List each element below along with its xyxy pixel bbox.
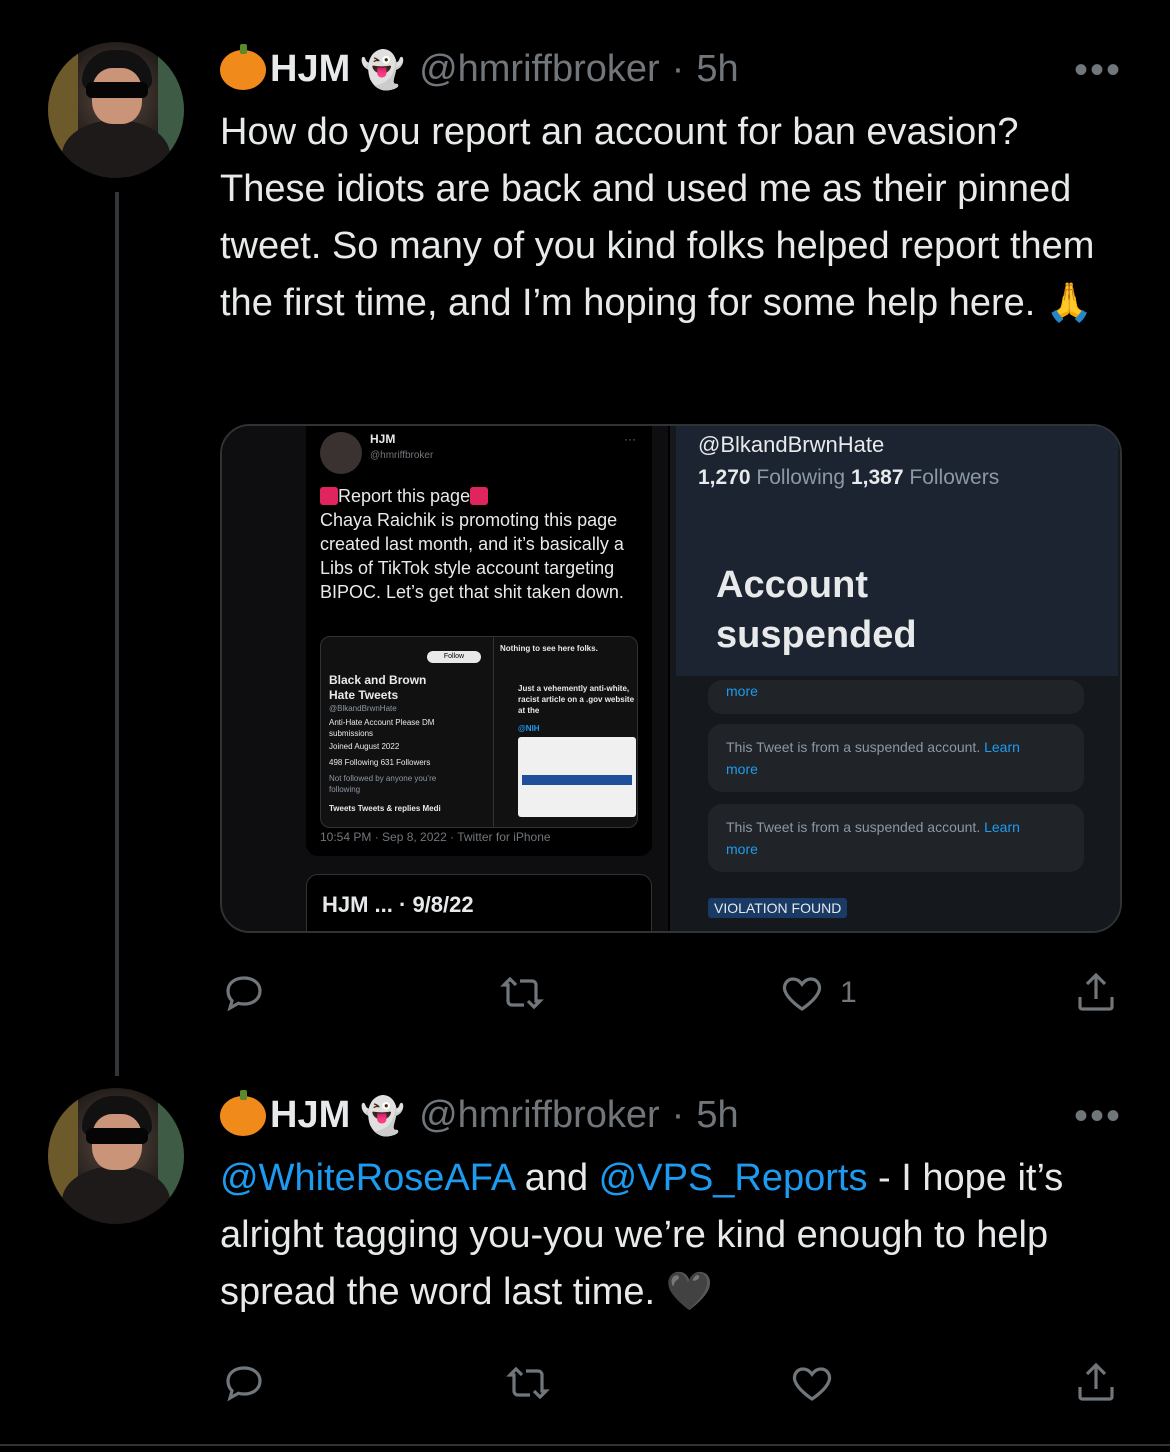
- profile-name: Black and Brown Hate Tweets: [329, 673, 427, 702]
- violation-badge: VIOLATION FOUND: [708, 898, 848, 918]
- tweet-column: Nothing to see here folks. Just a veheme…: [493, 637, 637, 827]
- report-title: Report this page: [338, 486, 471, 506]
- retweet-button[interactable]: [504, 1358, 552, 1408]
- profile-bio: Anti-Hate Account Please DM submissions: [329, 718, 435, 738]
- quoted-body: Chaya Raichik is promoting this page cre…: [320, 510, 624, 602]
- profile-handle: @BlkandBrwnHate: [329, 704, 397, 713]
- embedded-screenshot: Follow Black and Brown Hate Tweets @Blka…: [320, 636, 638, 828]
- mention-vps[interactable]: @VPS_Reports: [599, 1157, 868, 1199]
- more-icon[interactable]: •••: [1074, 1096, 1122, 1136]
- quoted-tweet-card: HJM @hmriffbroker ··· Report this page C…: [306, 426, 652, 856]
- share-icon: [1078, 972, 1114, 1011]
- handle[interactable]: @hmriffbroker: [419, 1094, 660, 1137]
- tweet-actions: 1: [220, 968, 1120, 1018]
- follow-stats: 498 Following 631 Followers: [329, 758, 431, 767]
- not-followed: Not followed by anyone you’re following: [329, 774, 437, 794]
- siren-icon: [320, 487, 338, 505]
- profile-tabs: Tweets Tweets & replies Medi: [329, 804, 441, 813]
- nih-link: @NIH: [518, 724, 540, 733]
- tweet-2[interactable]: HJM 👻 @hmriffbroker · 5h ••• @WhiteRoseA…: [0, 1076, 1170, 1452]
- siren-icon: [470, 487, 489, 505]
- timestamp[interactable]: 5h: [696, 1094, 738, 1137]
- avatar[interactable]: [48, 1088, 184, 1224]
- share-icon: [1078, 1362, 1114, 1401]
- suspended-handle: @BlkandBrwnHate: [698, 432, 885, 457]
- separator-dot: ·: [671, 1094, 685, 1136]
- thread-line: [115, 192, 119, 1076]
- reply-icon: [226, 1366, 262, 1402]
- joined-date: Joined August 2022: [329, 742, 400, 751]
- retweet-icon: [500, 976, 544, 1010]
- nothing-text: Nothing to see here folks.: [500, 644, 598, 653]
- quote-text: Just a vehemently anti-white, racist art…: [518, 684, 635, 715]
- tweet-header: HJM 👻 @hmriffbroker · 5h: [220, 1089, 739, 1137]
- ghost-icon: 👻: [360, 48, 406, 90]
- suspended-profile: @BlkandBrwnHate 1,270 Following 1,387 Fo…: [676, 426, 1118, 676]
- avatar: [320, 432, 362, 474]
- separator-dot: ·: [671, 48, 685, 90]
- reply-button[interactable]: [220, 1358, 268, 1408]
- tweet-text: @WhiteRoseAFA and @VPS_Reports - I hope …: [220, 1157, 1064, 1313]
- tweet-header: HJM 👻 @hmriffbroker · 5h: [220, 43, 739, 91]
- more-icon: ···: [624, 432, 636, 446]
- like-button[interactable]: [788, 1358, 836, 1408]
- like-icon: [782, 977, 822, 1011]
- ghost-icon: 👻: [360, 1094, 406, 1136]
- suspended-tweet-bubble: This Tweet is from a suspended account. …: [708, 804, 1084, 872]
- share-button[interactable]: [1072, 968, 1120, 1018]
- like-icon: [792, 1367, 832, 1401]
- display-name[interactable]: HJM: [270, 48, 350, 91]
- pumpkin-icon: [220, 1089, 266, 1136]
- like-button[interactable]: 1: [778, 968, 857, 1018]
- quoted-timestamp: 10:54 PM · Sep 8, 2022 · Twitter for iPh…: [320, 830, 551, 844]
- screenshot-right[interactable]: @BlkandBrwnHate 1,270 Following 1,387 Fo…: [670, 426, 1120, 931]
- more-icon[interactable]: •••: [1074, 50, 1122, 90]
- display-name: HJM: [370, 432, 396, 446]
- reply-button[interactable]: [220, 968, 282, 1018]
- timestamp[interactable]: 5h: [696, 48, 738, 91]
- tweet-1[interactable]: HJM 👻 @hmriffbroker · 5h ••• How do you …: [0, 0, 1170, 1076]
- retweet-button[interactable]: [498, 968, 560, 1018]
- screenshot-left[interactable]: HJM @hmriffbroker ··· Report this page C…: [222, 426, 668, 931]
- suspended-tweet-bubble: This Tweet is from a suspended account. …: [708, 724, 1084, 792]
- tweet-media[interactable]: HJM @hmriffbroker ··· Report this page C…: [220, 424, 1122, 933]
- follow-button: Follow: [427, 651, 481, 663]
- tweet-text: How do you report an account for ban eva…: [220, 111, 1095, 324]
- avatar[interactable]: [48, 42, 184, 178]
- retweet-icon: [506, 1366, 550, 1400]
- article-preview: [518, 737, 636, 817]
- quoted-tweet-text: Report this page Chaya Raichik is promot…: [320, 484, 640, 604]
- reply-icon: [226, 976, 262, 1012]
- next-tweet-header: HJM ... · 9/8/22: [322, 892, 474, 917]
- suspended-tweet-bubble: more: [708, 680, 1084, 714]
- mention-whiterose[interactable]: @WhiteRoseAFA: [220, 1157, 514, 1199]
- divider: [0, 1444, 1170, 1446]
- suspended-stats: 1,270 Following 1,387 Followers: [698, 466, 1000, 489]
- share-button[interactable]: [1072, 1358, 1120, 1408]
- display-name[interactable]: HJM: [270, 1094, 350, 1137]
- account-suspended-title: Account suspended: [716, 564, 917, 656]
- handle[interactable]: @hmriffbroker: [419, 48, 660, 91]
- profile-column: Follow Black and Brown Hate Tweets @Blka…: [321, 637, 491, 827]
- pumpkin-icon: [220, 43, 266, 90]
- handle: @hmriffbroker: [370, 450, 434, 461]
- tweet-actions: [220, 1358, 1120, 1408]
- like-count: 1: [840, 976, 857, 1009]
